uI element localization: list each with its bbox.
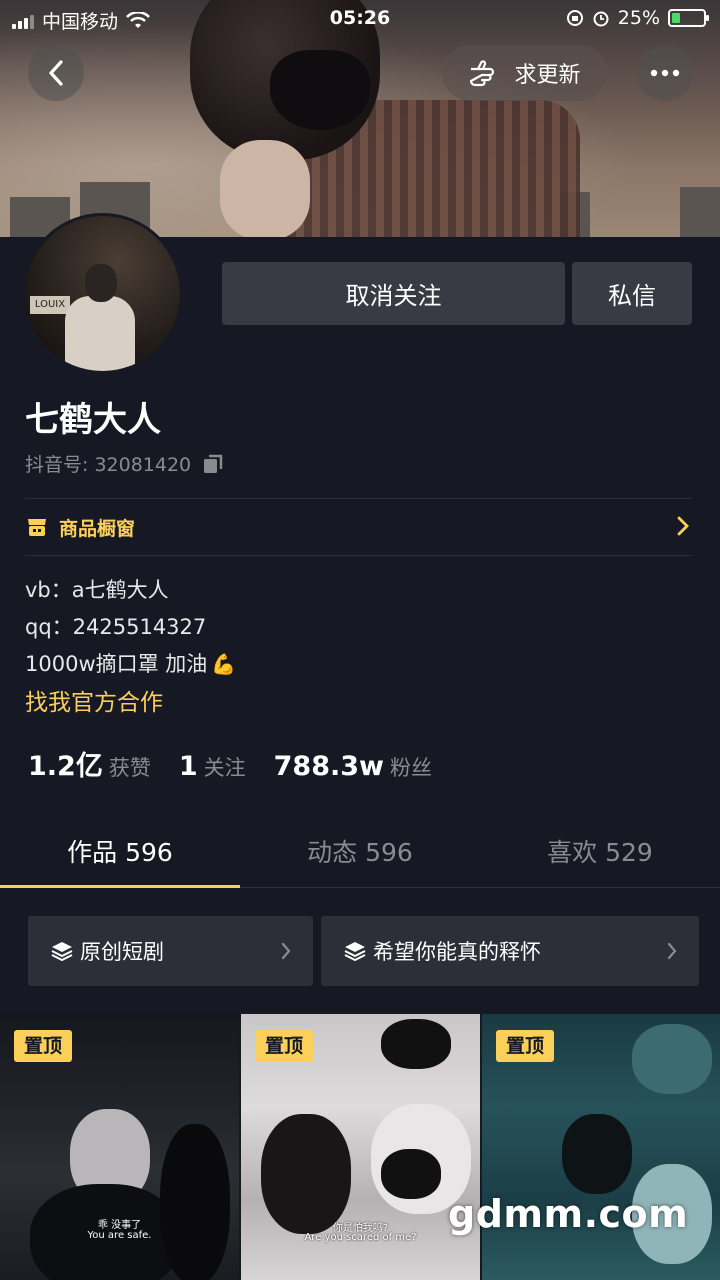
video-thumbnail[interactable]: 置顶 你是怕我吗? Are you scared of me? [241,1014,480,1280]
unfollow-button[interactable]: 取消关注 [222,262,565,325]
followers-count[interactable]: 788.3w [274,751,384,782]
collection-card[interactable]: 希望你能真的释怀 [321,916,699,986]
following-count[interactable]: 1 [179,751,198,782]
video-subtitle: You are safe. [87,1230,152,1241]
bio: vb：a七鹤大人 qq：2425514327 1000w摘口罩 加油 💪 [25,572,236,683]
bio-line: 1000w摘口罩 加油 💪 [25,646,236,683]
collection-card[interactable]: 原创短剧 [28,916,313,986]
more-dots-icon [650,69,680,77]
pointing-hand-icon [470,60,495,87]
watermark: gdmm.com [448,1192,689,1236]
thumbnail-figure [261,1114,351,1234]
flexed-biceps-emoji: 💪 [211,652,237,676]
likes-count: 1.2亿 [28,751,103,782]
nickname: 七鹤大人 [25,400,161,440]
divider [25,498,692,499]
collection-title: 原创短剧 [80,940,164,964]
video-subtitle: 乖 没事了 [97,1220,142,1231]
layers-icon [51,942,73,962]
thumbnail-figure [381,1019,451,1069]
tab-posts[interactable]: 动态 596 [240,820,480,887]
followers-label[interactable]: 粉丝 [390,752,432,782]
chevron-left-icon [49,60,63,86]
shop-window-label: 商品橱窗 [59,517,136,540]
following-label[interactable]: 关注 [204,752,246,782]
cover-person-mask [270,50,370,130]
pinned-badge: 置顶 [255,1030,313,1062]
chevron-right-icon [677,516,689,536]
more-button[interactable] [637,45,693,101]
douyin-id: 抖音号: 32081420 [25,454,192,476]
rotation-lock-icon [566,10,583,26]
cover-person-hand [220,140,310,237]
stats-row: 1.2亿 获赞 1 关注 788.3w 粉丝 [28,744,460,783]
video-thumbnail[interactable]: 置顶 [482,1014,720,1280]
video-thumbnail[interactable]: 置顶 乖 没事了 You are safe. [0,1014,239,1280]
chevron-right-icon [281,942,291,960]
battery-icon [668,9,709,27]
avatar-person-face [85,264,117,302]
cover-building [680,187,720,237]
cooperation-link[interactable]: 找我官方合作 [25,683,163,717]
collection-title: 希望你能真的释怀 [373,940,541,964]
alarm-icon [593,11,609,27]
likes-label: 获赞 [108,756,151,780]
video-grid: 置顶 乖 没事了 You are safe. 置顶 你是怕我吗? Are you… [0,1014,720,1280]
request-update-button[interactable]: 求更新 [442,45,607,101]
pinned-badge: 置顶 [14,1030,72,1062]
request-update-label: 求更新 [514,63,581,88]
douyin-id-row: 抖音号: 32081420 [25,450,225,477]
thumbnail-figure [381,1149,441,1199]
layers-icon [344,942,366,962]
message-button[interactable]: 私信 [572,262,692,325]
bio-line: vb：a七鹤大人 [25,578,169,602]
thumbnail-figure [632,1024,712,1094]
tab-works[interactable]: 作品 596 [0,820,240,888]
status-bar: 中国移动 05:26 25% [0,0,720,38]
video-subtitle: Are you scared of me? [304,1232,417,1243]
avatar-person-coat [65,296,135,371]
battery-percent: 25% [617,7,660,29]
bio-line-text: 1000w摘口罩 加油 [25,652,208,676]
shop-window-row[interactable]: 商品橱窗 [25,500,692,554]
bio-line: qq：2425514327 [25,615,207,639]
avatar-background-sign: LOUIX [30,296,70,314]
content-tabs: 作品 596 动态 596 喜欢 529 [0,820,720,888]
thumbnail-figure [160,1124,230,1280]
tab-likes[interactable]: 喜欢 529 [480,820,720,887]
pinned-badge: 置顶 [496,1030,554,1062]
back-button[interactable] [28,45,84,101]
thumbnail-figure [562,1114,632,1194]
shop-icon [28,519,46,536]
avatar[interactable]: LOUIX [22,213,183,374]
divider [25,555,692,556]
chevron-right-icon [667,942,677,960]
copy-icon[interactable] [201,452,225,476]
